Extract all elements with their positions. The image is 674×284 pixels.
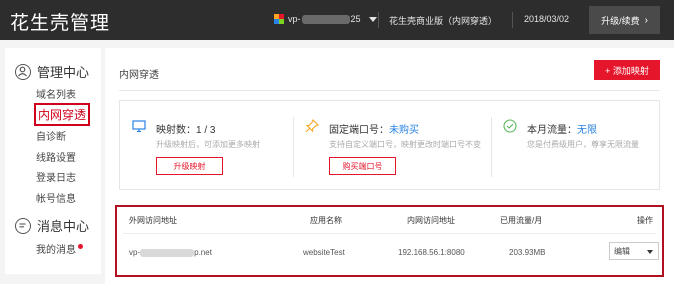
fixed-port-text: 固定端口号：未购买 bbox=[329, 121, 419, 136]
row-traffic: 203.93MB bbox=[509, 248, 546, 257]
external-address-suffix: p.net bbox=[194, 248, 212, 257]
fixed-port-desc: 支持自定义端口号，映射更改时端口号不变 bbox=[329, 140, 481, 149]
sidebar-item-self-diagnosis[interactable]: 自诊断 bbox=[36, 128, 66, 143]
caret-down-icon bbox=[368, 16, 377, 22]
col-header-external: 外网访问地址 bbox=[129, 216, 177, 225]
sidebar-item-domain-list[interactable]: 域名列表 bbox=[36, 86, 76, 101]
title-divider bbox=[119, 90, 660, 91]
main-panel: 内网穿透 + 添加映射 映射数：1 / 3 升级映射后，可添加更多映射 升级映射 bbox=[105, 48, 674, 284]
monitor-icon bbox=[132, 119, 146, 133]
mapping-count-card: 映射数：1 / 3 升级映射后，可添加更多映射 升级映射 bbox=[120, 101, 290, 191]
sidebar: 管理中心 域名列表 内网穿透 自诊断 线路设置 登录日志 帐号信息 消息中心 我… bbox=[5, 48, 101, 274]
brand-title: 花生壳管理 bbox=[10, 13, 111, 34]
monthly-traffic-card: 本月流量：无限 您是付费级用户，尊享无限流量 bbox=[491, 101, 659, 191]
message-bubble-icon bbox=[15, 217, 31, 234]
table-header-divider bbox=[123, 233, 656, 234]
add-mapping-button[interactable]: + 添加映射 bbox=[594, 60, 660, 80]
edition-label: 花生壳商业版（内网穿透） bbox=[389, 16, 498, 26]
row-app-name: websiteTest bbox=[303, 248, 345, 257]
upgrade-label: 升级/续费 bbox=[601, 15, 640, 26]
account-name-masked bbox=[301, 14, 350, 24]
person-icon bbox=[15, 63, 31, 80]
upgrade-mapping-button[interactable]: 升级映射 bbox=[156, 157, 223, 175]
row-internal-address: 192.168.56.1:8080 bbox=[398, 248, 465, 257]
upgrade-renew-button[interactable]: 升级/续费 › bbox=[589, 6, 660, 34]
unread-dot-icon bbox=[78, 244, 83, 249]
page-title: 内网穿透 bbox=[119, 70, 159, 81]
row-action-label: 编辑 bbox=[614, 246, 630, 256]
row-external-address[interactable]: vp-p.net bbox=[129, 248, 212, 257]
monthly-traffic-text: 本月流量：无限 bbox=[527, 121, 597, 136]
sidebar-item-login-log[interactable]: 登录日志 bbox=[36, 169, 76, 184]
buy-port-button[interactable]: 购买端口号 bbox=[329, 157, 396, 175]
message-center-heading: 消息中心 bbox=[15, 216, 89, 235]
expiry-date: 2018/03/02 bbox=[524, 14, 570, 24]
monthly-traffic-label: 本月流量： bbox=[527, 125, 577, 136]
fixed-port-status: 未购买 bbox=[389, 125, 419, 136]
my-messages-label: 我的消息 bbox=[36, 245, 76, 256]
row-action-select[interactable]: 编辑 bbox=[609, 242, 659, 260]
message-center-label: 消息中心 bbox=[37, 219, 90, 234]
sidebar-item-intranet-penetration[interactable]: 内网穿透 bbox=[34, 103, 91, 126]
col-header-traffic: 已用流量/月 bbox=[500, 216, 543, 225]
manage-center-label: 管理中心 bbox=[37, 65, 90, 80]
header-divider bbox=[378, 12, 379, 28]
account-name-suffix: 25 bbox=[350, 14, 361, 24]
pin-icon bbox=[305, 119, 319, 133]
col-header-action: 操作 bbox=[637, 216, 653, 225]
sidebar-item-account-info[interactable]: 帐号信息 bbox=[36, 190, 76, 205]
account-menu[interactable]: vp- 25 bbox=[274, 14, 377, 24]
mapping-count-label: 映射数：1 / 3 bbox=[156, 125, 216, 136]
check-circle-icon bbox=[503, 119, 517, 133]
manage-center-heading: 管理中心 bbox=[15, 62, 89, 81]
top-header: 花生壳管理 vp- 25 花生壳商业版（内网穿透） 2018/03/02 升级/… bbox=[0, 0, 674, 40]
caret-down-icon bbox=[647, 250, 653, 254]
stats-panel: 映射数：1 / 3 升级映射后，可添加更多映射 升级映射 固定端口号：未购买 支… bbox=[119, 100, 660, 190]
sidebar-item-my-messages[interactable]: 我的消息 bbox=[36, 241, 83, 256]
col-header-app: 应用名称 bbox=[310, 216, 342, 225]
sidebar-item-line-settings[interactable]: 线路设置 bbox=[36, 149, 76, 164]
external-address-masked bbox=[140, 248, 195, 257]
external-address-prefix: vp- bbox=[129, 248, 141, 257]
fixed-port-card: 固定端口号：未购买 支持自定义端口号，映射更改时端口号不变 购买端口号 bbox=[293, 101, 488, 191]
monthly-traffic-desc: 您是付费级用户，尊享无限流量 bbox=[527, 140, 639, 149]
account-name-prefix: vp- bbox=[288, 14, 301, 24]
chevron-right-icon: › bbox=[644, 14, 648, 26]
col-header-internal: 内网访问地址 bbox=[407, 216, 455, 225]
mapping-count-desc: 升级映射后，可添加更多映射 bbox=[156, 140, 260, 149]
fixed-port-label: 固定端口号： bbox=[329, 125, 389, 136]
header-divider bbox=[512, 12, 513, 28]
mapping-table: 外网访问地址 应用名称 内网访问地址 已用流量/月 操作 vp-p.net we… bbox=[115, 205, 664, 277]
mapping-count-text: 映射数：1 / 3 bbox=[156, 121, 215, 136]
monthly-traffic-value: 无限 bbox=[577, 125, 597, 136]
account-logo-icon bbox=[274, 14, 284, 24]
